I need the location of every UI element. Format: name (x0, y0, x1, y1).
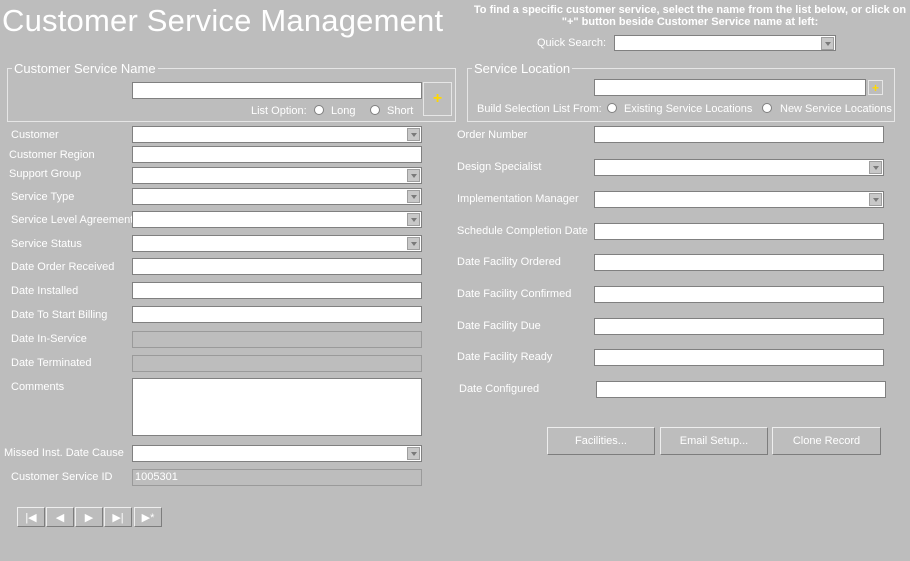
chevron-down-icon (407, 190, 420, 203)
facility-due-label: Date Facility Due (457, 320, 541, 332)
chevron-down-icon (407, 213, 420, 226)
design-specialist-label: Design Specialist (457, 161, 542, 173)
list-option-short-label: Short (387, 105, 414, 117)
email-setup-button[interactable]: Email Setup... (660, 427, 768, 455)
chevron-down-icon (407, 447, 420, 460)
chevron-down-icon (407, 237, 420, 250)
chevron-down-icon (869, 193, 882, 206)
facility-ready-input[interactable] (594, 349, 884, 366)
service-type-dropdown[interactable] (132, 188, 422, 205)
date-order-received-input[interactable] (132, 258, 422, 275)
clone-record-button[interactable]: Clone Record (772, 427, 881, 455)
implementation-manager-dropdown[interactable] (594, 191, 884, 208)
order-number-input[interactable] (594, 126, 884, 143)
facilities-button[interactable]: Facilities... (547, 427, 655, 455)
quick-search-label: Quick Search: (537, 37, 607, 49)
service-location-input[interactable] (594, 79, 866, 96)
new-record-icon: ▶* (141, 511, 155, 524)
list-option-long-label: Long (331, 105, 356, 117)
first-record-icon: |◀ (25, 511, 37, 524)
customer-region-input[interactable] (132, 146, 422, 163)
last-record-icon: ▶| (112, 511, 124, 524)
design-specialist-dropdown[interactable] (594, 159, 884, 176)
service-status-dropdown[interactable] (132, 235, 422, 252)
existing-locations-radio[interactable] (607, 103, 617, 113)
list-option-short-radio[interactable] (370, 105, 380, 115)
comments-label: Comments (11, 381, 65, 393)
facility-due-input[interactable] (594, 318, 884, 335)
first-record-button[interactable]: |◀ (17, 507, 45, 527)
chevron-down-icon (821, 37, 834, 50)
facility-ordered-input[interactable] (594, 254, 884, 271)
sla-label: Service Level Agreement (11, 214, 134, 226)
plus-icon: + (432, 90, 443, 107)
customer-region-label: Customer Region (9, 149, 95, 161)
previous-icon: ◀ (55, 511, 65, 524)
facility-confirmed-input[interactable] (594, 286, 884, 303)
support-group-dropdown[interactable] (132, 167, 422, 184)
date-installed-label: Date Installed (11, 285, 79, 297)
service-location-legend: Service Location (472, 61, 573, 76)
customer-dropdown[interactable] (132, 126, 422, 143)
date-start-billing-input[interactable] (132, 306, 422, 323)
date-installed-input[interactable] (132, 282, 422, 299)
comments-textarea[interactable] (132, 378, 422, 436)
order-number-label: Order Number (457, 129, 528, 141)
quick-search-dropdown[interactable] (614, 35, 836, 51)
date-terminated-field (132, 355, 422, 372)
build-selection-label: Build Selection List From: (477, 103, 602, 115)
implementation-manager-label: Implementation Manager (457, 193, 579, 205)
customer-service-name-input[interactable] (132, 82, 422, 99)
facility-ready-label: Date Facility Ready (457, 351, 553, 363)
chevron-down-icon (869, 161, 882, 174)
date-configured-input[interactable] (596, 381, 886, 398)
existing-locations-label: Existing Service Locations (624, 103, 753, 115)
schedule-completion-label: Schedule Completion Date (457, 225, 588, 237)
sla-dropdown[interactable] (132, 211, 422, 228)
service-status-label: Service Status (11, 238, 82, 250)
last-record-button[interactable]: ▶| (104, 507, 132, 527)
facility-confirmed-label: Date Facility Confirmed (457, 288, 572, 300)
customer-service-id-label: Customer Service ID (11, 471, 113, 483)
date-terminated-label: Date Terminated (11, 357, 92, 369)
support-group-label: Support Group (9, 168, 82, 180)
new-locations-radio[interactable] (762, 103, 772, 113)
customer-service-name-legend: Customer Service Name (12, 61, 158, 76)
chevron-down-icon (407, 128, 420, 141)
next-icon: ▶ (84, 511, 94, 524)
schedule-completion-input[interactable] (594, 223, 884, 240)
date-in-service-field (132, 331, 422, 348)
customer-service-id-field: 1005301 (132, 469, 422, 486)
add-customer-service-button[interactable]: + (423, 82, 452, 116)
facility-ordered-label: Date Facility Ordered (457, 256, 561, 268)
date-start-billing-label: Date To Start Billing (11, 309, 108, 321)
date-in-service-label: Date In-Service (11, 333, 87, 345)
chevron-down-icon (407, 169, 420, 182)
search-hint: To find a specific customer service, sel… (473, 4, 907, 28)
page-title: Customer Service Management (2, 3, 444, 38)
next-record-button[interactable]: ▶ (75, 507, 103, 527)
customer-label: Customer (11, 129, 59, 141)
missed-cause-dropdown[interactable] (132, 445, 422, 462)
new-locations-label: New Service Locations (780, 103, 892, 115)
previous-record-button[interactable]: ◀ (46, 507, 74, 527)
missed-cause-label: Missed Inst. Date Cause (4, 447, 124, 459)
list-option-long-radio[interactable] (314, 105, 324, 115)
list-option-label: List Option: (251, 105, 307, 117)
date-order-received-label: Date Order Received (11, 261, 115, 273)
plus-icon: + (871, 80, 879, 95)
service-type-label: Service Type (11, 191, 75, 203)
new-record-button[interactable]: ▶* (134, 507, 162, 527)
date-configured-label: Date Configured (459, 383, 540, 395)
add-service-location-button[interactable]: + (868, 80, 883, 95)
